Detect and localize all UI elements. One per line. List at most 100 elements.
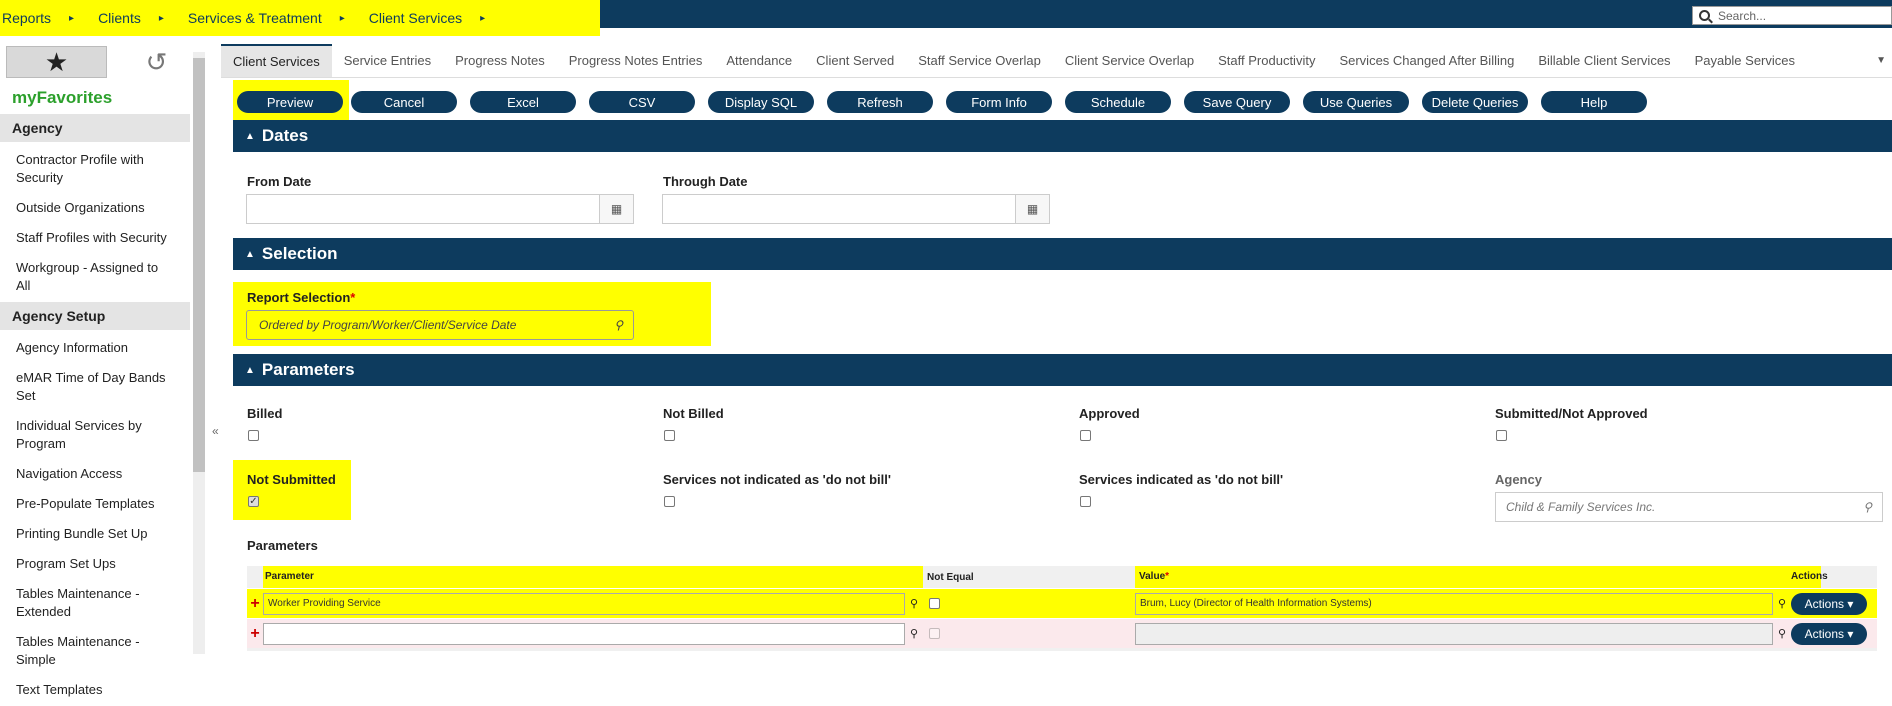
actions-button[interactable]: Actions ▾ bbox=[1791, 622, 1867, 645]
calendar-icon[interactable]: ▦ bbox=[1015, 195, 1049, 223]
search-icon[interactable]: ⚲ bbox=[905, 627, 923, 640]
chevron-right-icon: ▸ bbox=[69, 12, 75, 24]
help-button[interactable]: Help bbox=[1541, 91, 1647, 113]
calendar-icon[interactable]: ▦ bbox=[599, 195, 633, 223]
approved-checkbox[interactable] bbox=[1080, 430, 1091, 441]
through-date-label: Through Date bbox=[663, 174, 748, 189]
sidebar-item[interactable]: Agency Information bbox=[0, 334, 190, 364]
sidebar-item[interactable]: Individual Services by Program bbox=[0, 412, 190, 460]
star-icon[interactable]: ★ bbox=[6, 46, 107, 78]
do-not-bill-checkbox[interactable] bbox=[1080, 496, 1091, 507]
not-equal-checkbox[interactable] bbox=[929, 628, 940, 639]
section-dates[interactable]: ▲ Dates bbox=[233, 120, 1892, 152]
tab-services-changed[interactable]: Services Changed After Billing bbox=[1327, 45, 1526, 76]
from-date-input[interactable] bbox=[247, 195, 599, 223]
preview-button[interactable]: Preview bbox=[237, 91, 343, 113]
search-icon[interactable]: ⚲ bbox=[1773, 627, 1791, 640]
save-query-button[interactable]: Save Query bbox=[1184, 91, 1290, 113]
tab-client-service-overlap[interactable]: Client Service Overlap bbox=[1053, 45, 1206, 76]
use-queries-button[interactable]: Use Queries bbox=[1303, 91, 1409, 113]
delete-queries-button[interactable]: Delete Queries bbox=[1422, 91, 1528, 113]
table-row: + ⚲ ⚲ Actions ▾ bbox=[247, 618, 1877, 648]
tab-payable-services[interactable]: Payable Services bbox=[1683, 45, 1807, 76]
through-date-input[interactable] bbox=[663, 195, 1015, 223]
section-selection[interactable]: ▲ Selection bbox=[233, 238, 1892, 270]
sidebar-item[interactable]: Contractor Profile with Security bbox=[0, 146, 190, 194]
excel-button[interactable]: Excel bbox=[470, 91, 576, 113]
not-submitted-checkbox[interactable]: ✓ bbox=[248, 496, 259, 507]
parameter-input[interactable]: Worker Providing Service bbox=[263, 592, 905, 615]
add-row-icon[interactable]: + bbox=[247, 595, 263, 613]
search-icon[interactable]: ⚲ bbox=[1773, 597, 1791, 610]
billed-checkbox[interactable] bbox=[248, 430, 259, 441]
parameter-input[interactable] bbox=[263, 622, 905, 645]
search-icon bbox=[1699, 10, 1710, 21]
sidebar-item[interactable]: Tables Maintenance - Extended bbox=[0, 580, 190, 628]
section-title: Selection bbox=[261, 244, 338, 263]
sidebar-item[interactable]: eMAR Time of Day Bands Set bbox=[0, 364, 190, 412]
not-do-not-bill-checkbox[interactable] bbox=[664, 496, 675, 507]
through-date-field[interactable]: ▦ bbox=[662, 194, 1050, 224]
search-input[interactable]: Search... bbox=[1692, 6, 1892, 25]
not-equal-checkbox[interactable] bbox=[929, 598, 940, 609]
sidebar-item[interactable]: Navigation Access bbox=[0, 460, 190, 490]
report-selection-field[interactable]: Ordered by Program/Worker/Client/Service… bbox=[246, 310, 634, 340]
tab-client-served[interactable]: Client Served bbox=[804, 45, 906, 76]
not-billed-checkbox[interactable] bbox=[664, 430, 675, 441]
sidebar-item[interactable]: Staff Profiles with Security bbox=[0, 224, 190, 254]
tab-progress-notes[interactable]: Progress Notes bbox=[443, 45, 557, 76]
sidebar-item[interactable]: Program Set Ups bbox=[0, 550, 190, 580]
breadcrumb-reports[interactable]: Reports bbox=[2, 10, 51, 26]
report-selection-value: Ordered by Program/Worker/Client/Service… bbox=[259, 318, 517, 332]
csv-button[interactable]: CSV bbox=[589, 91, 695, 113]
toolbar: Preview Cancel Excel CSV Display SQL Ref… bbox=[233, 80, 1660, 124]
display-sql-button[interactable]: Display SQL bbox=[708, 91, 814, 113]
sidebar-item[interactable]: Printing Bundle Set Up bbox=[0, 520, 190, 550]
breadcrumb: Reports ▸ Clients ▸ Services & Treatment ▸ … bbox=[0, 0, 600, 36]
chevron-down-icon[interactable]: ▼ bbox=[1876, 55, 1886, 66]
tab-bar: Client Services Service Entries Progress… bbox=[221, 44, 1892, 78]
not-submitted-label: Not Submitted bbox=[247, 472, 336, 487]
tab-progress-notes-entries[interactable]: Progress Notes Entries bbox=[557, 45, 715, 76]
search-icon[interactable]: ⚲ bbox=[614, 318, 623, 332]
add-row-icon[interactable]: + bbox=[247, 625, 263, 643]
form-info-button[interactable]: Form Info bbox=[946, 91, 1052, 113]
do-not-bill-label: Services indicated as 'do not bill' bbox=[1079, 472, 1284, 487]
sidebar-item[interactable]: Workgroup - Assigned to All bbox=[0, 254, 190, 302]
sidebar-scroll-thumb[interactable] bbox=[193, 58, 205, 472]
history-icon[interactable]: ↺ bbox=[107, 46, 206, 78]
tab-attendance[interactable]: Attendance bbox=[714, 45, 804, 76]
breadcrumb-services[interactable]: Services & Treatment bbox=[188, 10, 322, 26]
actions-header: Actions bbox=[1791, 566, 1828, 588]
search-icon[interactable]: ⚲ bbox=[905, 597, 923, 610]
sidebar-item[interactable]: Text Templates bbox=[0, 676, 190, 706]
submitted-not-approved-checkbox[interactable] bbox=[1496, 430, 1507, 441]
breadcrumb-clients[interactable]: Clients bbox=[98, 10, 141, 26]
tab-service-entries[interactable]: Service Entries bbox=[332, 45, 443, 76]
from-date-field[interactable]: ▦ bbox=[246, 194, 634, 224]
section-parameters[interactable]: ▲ Parameters bbox=[233, 354, 1892, 386]
required-marker: * bbox=[1165, 571, 1170, 582]
agency-field[interactable]: Child & Family Services Inc. ⚲ bbox=[1495, 492, 1883, 522]
tab-staff-service-overlap[interactable]: Staff Service Overlap bbox=[906, 45, 1053, 76]
actions-button[interactable]: Actions ▾ bbox=[1791, 592, 1867, 615]
schedule-button[interactable]: Schedule bbox=[1065, 91, 1171, 113]
parameters-grid: Parameter Not Equal Value* Actions + Wor… bbox=[247, 566, 1877, 651]
search-icon[interactable]: ⚲ bbox=[1863, 500, 1872, 514]
approved-label: Approved bbox=[1079, 406, 1140, 421]
sidebar-item[interactable]: Outside Organizations bbox=[0, 194, 190, 224]
value-input[interactable] bbox=[1135, 622, 1773, 645]
sidebar-item[interactable]: Tables Maintenance - Simple bbox=[0, 628, 190, 676]
not-equal-header: Not Equal bbox=[927, 571, 974, 583]
tab-client-services[interactable]: Client Services bbox=[221, 44, 332, 77]
sidebar-item[interactable]: Pre-Populate Templates bbox=[0, 490, 190, 520]
tab-staff-productivity[interactable]: Staff Productivity bbox=[1206, 45, 1327, 76]
cancel-button[interactable]: Cancel bbox=[351, 91, 457, 113]
refresh-button[interactable]: Refresh bbox=[827, 91, 933, 113]
breadcrumb-client-services[interactable]: Client Services bbox=[369, 10, 462, 26]
tab-billable-client-services[interactable]: Billable Client Services bbox=[1526, 45, 1682, 76]
value-input[interactable]: Brum, Lucy (Director of Health Informati… bbox=[1135, 592, 1773, 615]
sidebar-list: Agency Contractor Profile with Security … bbox=[0, 114, 190, 706]
collapse-sidebar-icon[interactable]: « bbox=[212, 424, 219, 438]
sidebar-heading-agency: Agency bbox=[0, 114, 190, 142]
